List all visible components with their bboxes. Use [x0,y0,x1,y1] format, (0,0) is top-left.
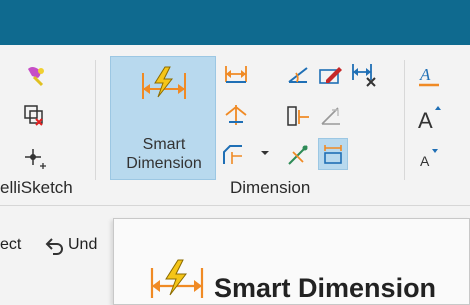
smart-dimension-label-1: Smart [142,136,186,153]
group-separator [95,60,96,180]
dimension-axis-icon[interactable] [285,142,313,168]
title-bar [0,0,470,45]
relationship-assistant-icon[interactable] [22,103,46,127]
undo-icon[interactable] [44,234,66,256]
intellisketch-point-icon[interactable] [22,146,48,172]
chevron-down-icon[interactable] [260,148,270,158]
auto-dimension-icon [324,145,342,164]
increase-font-size-icon[interactable]: A [416,104,442,134]
undo-label[interactable]: Und [68,236,97,254]
decrease-font-size-icon[interactable]: A [416,144,442,170]
dimension-group-label: Dimension [230,178,311,197]
smart-dimension-label-2: Dimension [126,155,202,172]
coordinate-dimension-icon[interactable] [285,104,313,128]
intellisketch-group-label: elliSketch [0,178,73,197]
edit-dimension-icon[interactable] [318,62,344,86]
svg-text:A: A [418,108,433,133]
smart-dimension-button[interactable]: Smart Dimension [110,56,216,180]
tooltip-title: Smart Dimension [214,273,437,303]
symmetric-diameter-icon[interactable] [223,102,249,128]
angle-between-icon[interactable] [285,62,311,86]
angular-coordinate-icon[interactable] [318,104,344,128]
group-separator [404,60,405,180]
text-color-icon[interactable]: A [416,64,442,90]
auto-dimension-button[interactable] [318,138,348,170]
smart-dimension-icon [142,66,186,99]
svg-text:A: A [420,153,430,169]
smart-dimension-tooltip-icon [150,259,204,298]
select-label[interactable]: ect [0,236,21,254]
delete-dimension-icon[interactable] [350,60,378,88]
svg-text:A: A [419,65,431,84]
chamfer-dimension-icon[interactable] [220,142,250,168]
distance-between-icon[interactable] [223,62,249,86]
paint-brush-icon[interactable] [22,63,48,89]
